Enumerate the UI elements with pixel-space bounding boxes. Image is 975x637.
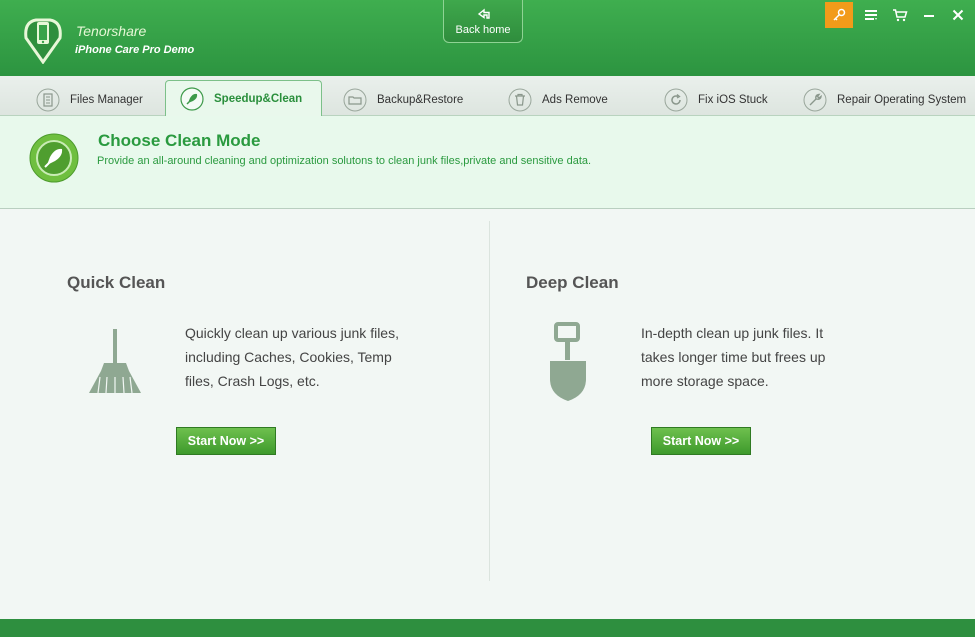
license-key-button[interactable] — [825, 2, 853, 28]
minimize-button[interactable] — [915, 2, 943, 28]
wrench-icon — [803, 88, 827, 111]
folder-icon — [343, 88, 367, 111]
rocket-icon — [29, 133, 79, 183]
cart-icon — [893, 9, 908, 22]
brand-name: Tenorshare — [76, 23, 147, 39]
back-home-label: Back home — [455, 24, 511, 36]
clean-mode-options: Quick Clean Quickly clean up various jun… — [0, 209, 975, 619]
shovel-icon — [550, 322, 586, 401]
tab-files-manager[interactable]: Files Manager — [36, 83, 143, 116]
minimize-icon — [924, 15, 934, 17]
rocket-icon — [180, 87, 204, 111]
deep-clean-title: Deep Clean — [526, 273, 619, 292]
tab-label: Ads Remove — [542, 93, 608, 106]
quick-clean-description: Quickly clean up various junk files, inc… — [185, 325, 399, 389]
tab-speedup-clean[interactable]: Speedup&Clean — [165, 80, 322, 117]
tab-label: Speedup&Clean — [214, 93, 303, 105]
quick-clean-start-button[interactable]: Start Now >> — [176, 427, 276, 455]
clean-mode-header: Choose Clean Mode Provide an all-around … — [0, 116, 975, 209]
menu-button[interactable] — [857, 2, 885, 28]
product-name: iPhone Care Pro Demo — [75, 44, 195, 56]
quick-clean-title: Quick Clean — [67, 273, 166, 292]
broom-icon — [89, 329, 141, 394]
key-icon — [833, 8, 846, 21]
document-icon — [36, 88, 60, 111]
trash-icon — [508, 88, 532, 111]
tab-repair-operating-system[interactable]: Repair Operating System — [803, 83, 966, 116]
cart-button[interactable] — [886, 2, 914, 28]
refresh-icon — [664, 88, 688, 111]
title-bar: Tenorshare iPhone Care Pro Demo Back hom… — [0, 0, 975, 76]
tab-label: Repair Operating System — [837, 93, 967, 106]
page-title: Choose Clean Mode — [98, 131, 261, 150]
tab-ads-remove[interactable]: Ads Remove — [508, 83, 608, 116]
menu-icon — [865, 10, 877, 20]
tab-label: Fix iOS Stuck — [698, 93, 768, 106]
page-description: Provide an all-around cleaning and optim… — [97, 155, 592, 167]
close-icon — [952, 9, 964, 21]
tab-label: Backup&Restore — [377, 93, 464, 106]
back-home-button[interactable]: Back home — [443, 0, 523, 43]
close-button[interactable] — [944, 2, 972, 28]
panel-divider — [489, 221, 490, 581]
tab-bar: Files Manager Speedup&Clean Backup&Resto… — [0, 76, 975, 117]
app-logo-icon — [24, 18, 62, 64]
back-arrow-icon — [477, 8, 490, 19]
deep-clean-description: In-depth clean up junk files. It takes l… — [641, 325, 826, 389]
tab-backup-restore[interactable]: Backup&Restore — [343, 83, 463, 116]
tab-fix-ios-stuck[interactable]: Fix iOS Stuck — [664, 83, 768, 116]
tab-label: Files Manager — [70, 93, 143, 106]
deep-clean-start-button[interactable]: Start Now >> — [651, 427, 751, 455]
footer-bar — [0, 619, 975, 637]
